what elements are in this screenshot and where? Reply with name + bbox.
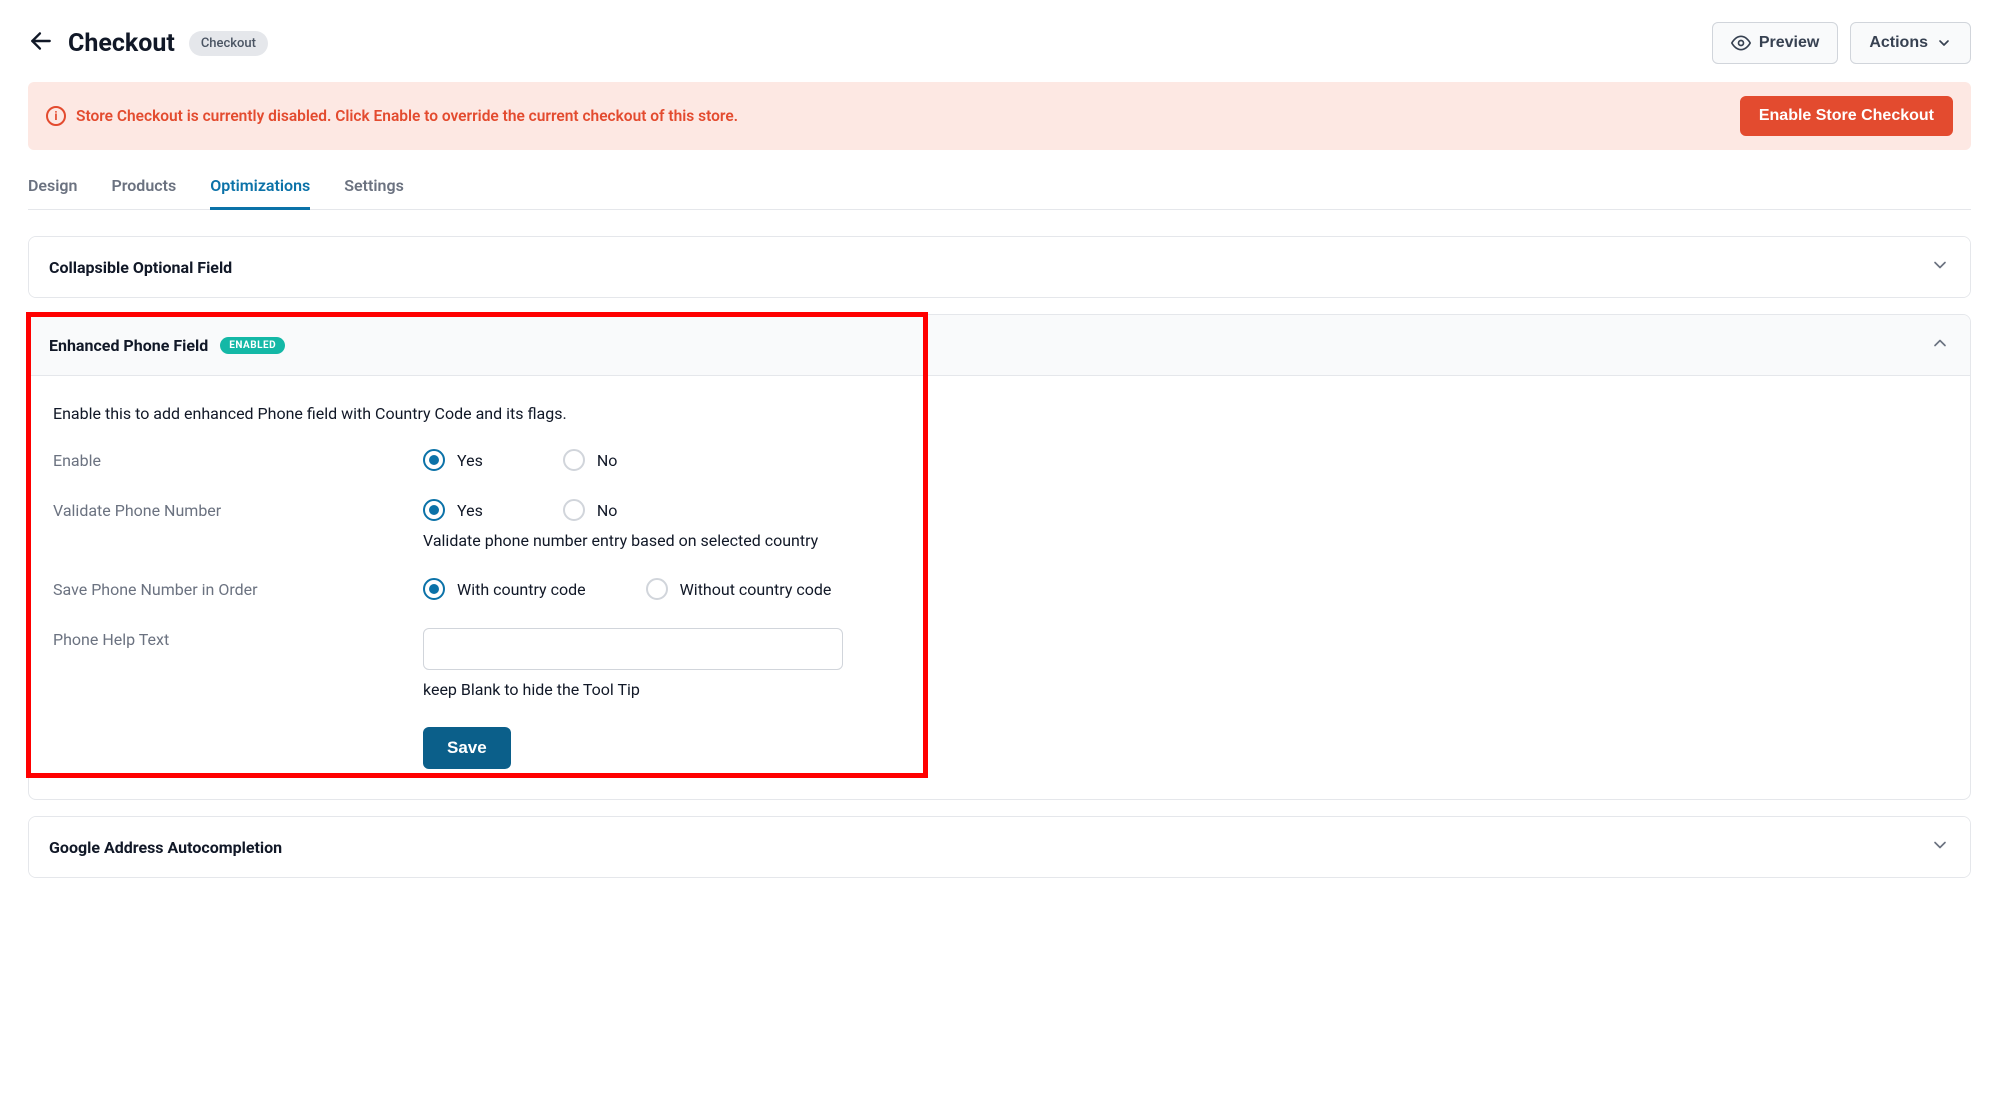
phone-help-text-label: Phone Help Text <box>53 628 423 649</box>
radio-icon <box>563 449 585 471</box>
preview-label: Preview <box>1759 34 1819 52</box>
radio-icon <box>563 499 585 521</box>
radio-icon <box>423 578 445 600</box>
enable-no-radio[interactable]: No <box>563 449 618 471</box>
radio-label: Without country code <box>680 580 832 599</box>
accordion-collapsible-optional-field: Collapsible Optional Field <box>28 236 1971 298</box>
tabs: Design Products Optimizations Settings <box>28 176 1971 210</box>
accordion-enhanced-phone-field: Enhanced Phone Field ENABLED Enable this… <box>28 314 1971 800</box>
preview-button[interactable]: Preview <box>1712 22 1838 64</box>
accordion-header-collapsible[interactable]: Collapsible Optional Field <box>29 237 1970 297</box>
back-arrow-icon[interactable] <box>28 28 54 59</box>
enable-yes-radio[interactable]: Yes <box>423 449 483 471</box>
radio-icon <box>423 449 445 471</box>
without-country-code-radio[interactable]: Without country code <box>646 578 832 600</box>
alert-banner: i Store Checkout is currently disabled. … <box>28 82 1971 150</box>
section-description: Enable this to add enhanced Phone field … <box>53 404 1946 423</box>
actions-button[interactable]: Actions <box>1850 22 1971 64</box>
radio-icon <box>423 499 445 521</box>
page-title: Checkout <box>68 29 175 58</box>
enabled-badge: ENABLED <box>220 337 285 354</box>
accordion-title: Collapsible Optional Field <box>49 258 232 277</box>
radio-label: No <box>597 451 618 470</box>
save-button[interactable]: Save <box>423 727 511 769</box>
radio-icon <box>646 578 668 600</box>
validate-no-radio[interactable]: No <box>563 499 618 521</box>
tab-design[interactable]: Design <box>28 176 77 210</box>
radio-label: Yes <box>457 501 483 520</box>
chevron-up-icon <box>1930 333 1950 357</box>
chevron-down-icon <box>1930 255 1950 279</box>
validate-label: Validate Phone Number <box>53 499 423 520</box>
chevron-down-icon <box>1936 35 1952 51</box>
tab-products[interactable]: Products <box>111 176 176 210</box>
alert-message: Store Checkout is currently disabled. Cl… <box>76 107 738 125</box>
chevron-down-icon <box>1930 835 1950 859</box>
radio-label: Yes <box>457 451 483 470</box>
phone-help-hint: keep Blank to hide the Tool Tip <box>423 680 1946 699</box>
page-header: Checkout Checkout Preview Actions <box>28 22 1971 64</box>
validate-help-text: Validate phone number entry based on sel… <box>423 531 1946 550</box>
eye-icon <box>1731 33 1751 53</box>
validate-yes-radio[interactable]: Yes <box>423 499 483 521</box>
radio-label: No <box>597 501 618 520</box>
save-order-label: Save Phone Number in Order <box>53 578 423 599</box>
actions-label: Actions <box>1869 34 1928 52</box>
with-country-code-radio[interactable]: With country code <box>423 578 586 600</box>
tab-optimizations[interactable]: Optimizations <box>210 176 310 210</box>
accordion-title: Enhanced Phone Field <box>49 336 208 355</box>
accordion-header-enhanced-phone[interactable]: Enhanced Phone Field ENABLED <box>29 315 1970 376</box>
tab-settings[interactable]: Settings <box>344 176 404 210</box>
enable-label: Enable <box>53 449 423 470</box>
accordion-title: Google Address Autocompletion <box>49 838 282 857</box>
accordion-header-google-address[interactable]: Google Address Autocompletion <box>29 817 1970 877</box>
enable-store-checkout-button[interactable]: Enable Store Checkout <box>1740 96 1953 136</box>
info-icon: i <box>46 106 66 126</box>
page-badge: Checkout <box>189 31 268 56</box>
phone-help-text-input[interactable] <box>423 628 843 670</box>
radio-label: With country code <box>457 580 586 599</box>
accordion-google-address-autocompletion: Google Address Autocompletion <box>28 816 1971 878</box>
